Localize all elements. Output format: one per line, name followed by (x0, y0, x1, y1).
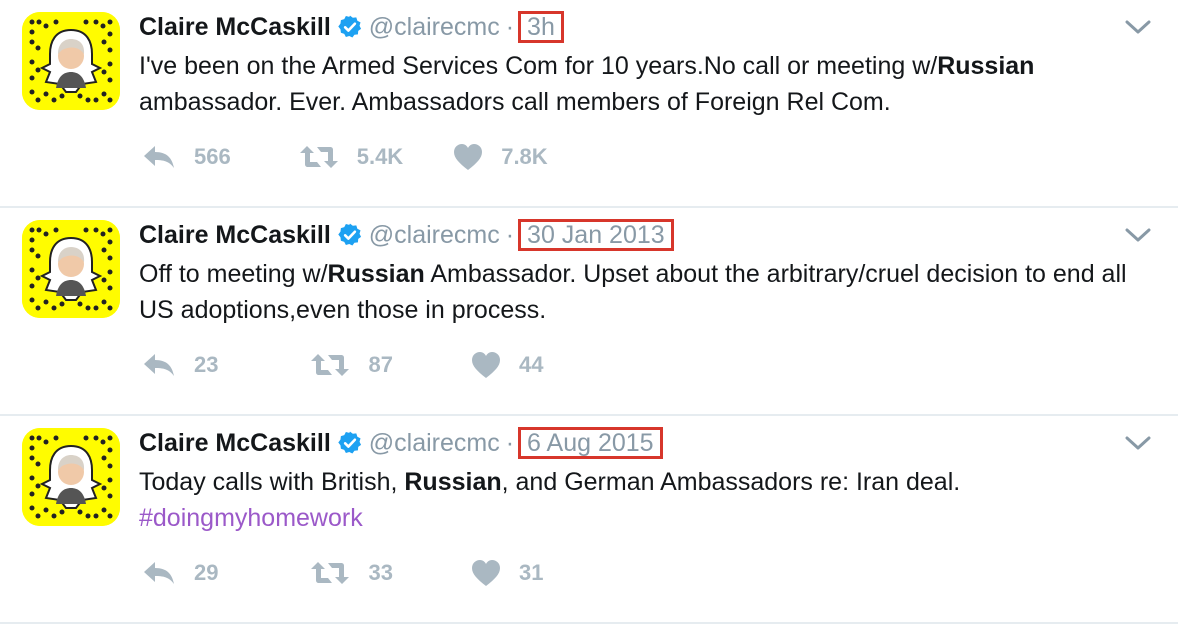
retweet-button[interactable]: 33 (310, 560, 420, 586)
reply-icon (144, 562, 174, 584)
tweet-actions: 29 33 31 (142, 559, 593, 587)
chevron-down-icon[interactable] (1124, 226, 1152, 244)
reply-icon (144, 354, 174, 376)
separator-dot: · (505, 220, 515, 249)
hashtag-link[interactable]: #doingmyhomework (139, 504, 363, 532)
timestamp[interactable]: 3h (518, 11, 564, 43)
like-count: 31 (518, 560, 544, 585)
like-count: 7.8K (501, 144, 548, 169)
verified-badge-icon (337, 14, 363, 40)
like-button[interactable]: 44 (471, 351, 543, 379)
retweet-count: 33 (368, 560, 393, 585)
tweet-header: Claire McCaskill @clairecmc · 6 Aug 2015 (139, 426, 663, 460)
tweet-text: Off to meeting w/Russian Ambassador. Ups… (139, 260, 1127, 324)
timestamp[interactable]: 6 Aug 2015 (518, 427, 663, 459)
author-handle[interactable]: @clairecmc (369, 221, 500, 250)
heart-icon (471, 352, 500, 378)
tweet-text: Today calls with British, Russian, and G… (139, 468, 961, 532)
author-handle[interactable]: @clairecmc (369, 13, 500, 42)
retweet-count: 87 (368, 352, 393, 377)
timestamp[interactable]: 30 Jan 2013 (518, 219, 674, 251)
retweet-count: 5.4K (356, 144, 404, 169)
author-name[interactable]: Claire McCaskill (139, 429, 331, 458)
retweet-button[interactable]: 5.4K (299, 144, 403, 170)
retweet-icon (299, 146, 338, 168)
reply-button[interactable]: 23 (142, 352, 242, 378)
reply-count: 23 (194, 352, 219, 377)
separator-dot: · (505, 428, 515, 457)
tweet[interactable]: Claire McCaskill @clairecmc · 6 Aug 2015… (0, 416, 1178, 624)
like-button[interactable]: 7.8K (453, 143, 548, 171)
reply-button[interactable]: 29 (142, 560, 242, 586)
avatar[interactable] (22, 220, 120, 318)
verified-badge-icon (337, 222, 363, 248)
retweet-icon (311, 354, 350, 376)
tweet-header: Claire McCaskill @clairecmc · 3h (139, 10, 564, 44)
tweet-actions: 566 5.4K 7.8K (142, 143, 598, 171)
author-name[interactable]: Claire McCaskill (139, 221, 331, 250)
tweet-text: I've been on the Armed Services Com for … (139, 52, 1035, 116)
tweet[interactable]: Claire McCaskill @clairecmc · 3h I've be… (0, 0, 1178, 208)
reply-button[interactable]: 566 (142, 144, 231, 170)
heart-icon (471, 560, 500, 586)
chevron-down-icon[interactable] (1124, 434, 1152, 452)
tweet-actions: 23 87 44 (142, 351, 593, 379)
reply-count: 566 (194, 144, 231, 169)
like-count: 44 (518, 352, 544, 377)
reply-count: 29 (194, 560, 219, 585)
author-handle[interactable]: @clairecmc (369, 429, 500, 458)
tweet[interactable]: Claire McCaskill @clairecmc · 30 Jan 201… (0, 208, 1178, 416)
tweet-header: Claire McCaskill @clairecmc · 30 Jan 201… (139, 218, 674, 252)
separator-dot: · (505, 12, 515, 41)
author-name[interactable]: Claire McCaskill (139, 13, 331, 42)
avatar[interactable] (22, 428, 120, 526)
like-button[interactable]: 31 (471, 559, 543, 587)
retweet-icon (311, 562, 350, 584)
retweet-button[interactable]: 87 (310, 352, 420, 378)
avatar[interactable] (22, 12, 120, 110)
verified-badge-icon (337, 430, 363, 456)
heart-icon (454, 144, 483, 170)
chevron-down-icon[interactable] (1124, 18, 1152, 36)
reply-icon (144, 146, 174, 168)
